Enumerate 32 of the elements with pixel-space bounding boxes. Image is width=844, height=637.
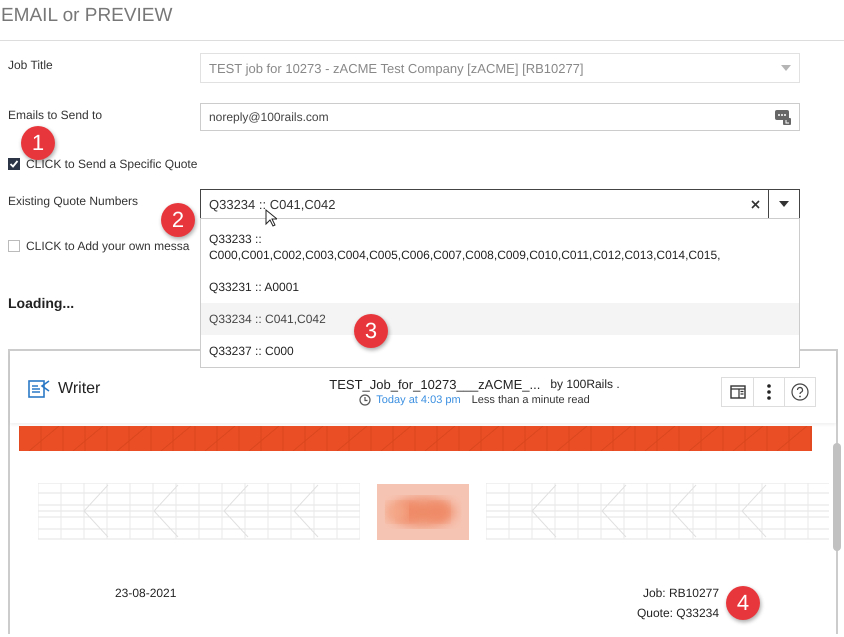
document-title: TEST_Job_for_10273___zACME_... [329,377,540,392]
author-text: by 100Rails . [550,377,620,392]
writer-logo-icon [28,379,50,399]
field-label: Job Title [8,57,54,72]
checkbox[interactable] [8,158,20,170]
page-title: EMAIL or PREVIEW [0,4,172,28]
field-label: Existing Quote Numbers [8,193,140,208]
read-time-text: Less than a minute read [472,394,590,406]
layout-icon [730,385,746,399]
checkbox[interactable] [8,240,20,252]
step-badge: 2 [161,203,195,237]
app-name: Writer [58,380,100,398]
caret-icon [779,201,789,207]
step-badge: 4 [726,586,760,620]
quote-number-text: Quote: Q33234 [636,606,719,620]
help-icon [791,383,809,401]
scrollbar-thumb[interactable] [833,443,841,551]
checkbox-label: CLICK to Send a Specific Quote [26,157,198,171]
dropdown-option[interactable]: Q33233 :: C000,C001,C002,C003,C004,C005,C006,C007,C008,C009,C010,C011,C012,C013,C014,C015, [201,223,799,271]
field-label: Emails to Send to [8,107,102,122]
more-icon [767,384,771,400]
dropdown-option[interactable]: Q33231 :: A0001 [201,271,799,303]
clock-icon [359,394,372,406]
checkbox-label: CLICK to Add your own messa [26,239,190,253]
caret-icon [781,65,791,71]
contacts-icon [775,109,791,125]
input-field[interactable]: noreply@100rails.com [200,103,800,131]
clear-icon [751,200,760,208]
job-number-text: Job: RB10277 [642,586,719,600]
status-text: Loading... [8,295,74,311]
step-badge: 1 [21,126,55,160]
date-text: 23-08-2021 [115,586,176,602]
